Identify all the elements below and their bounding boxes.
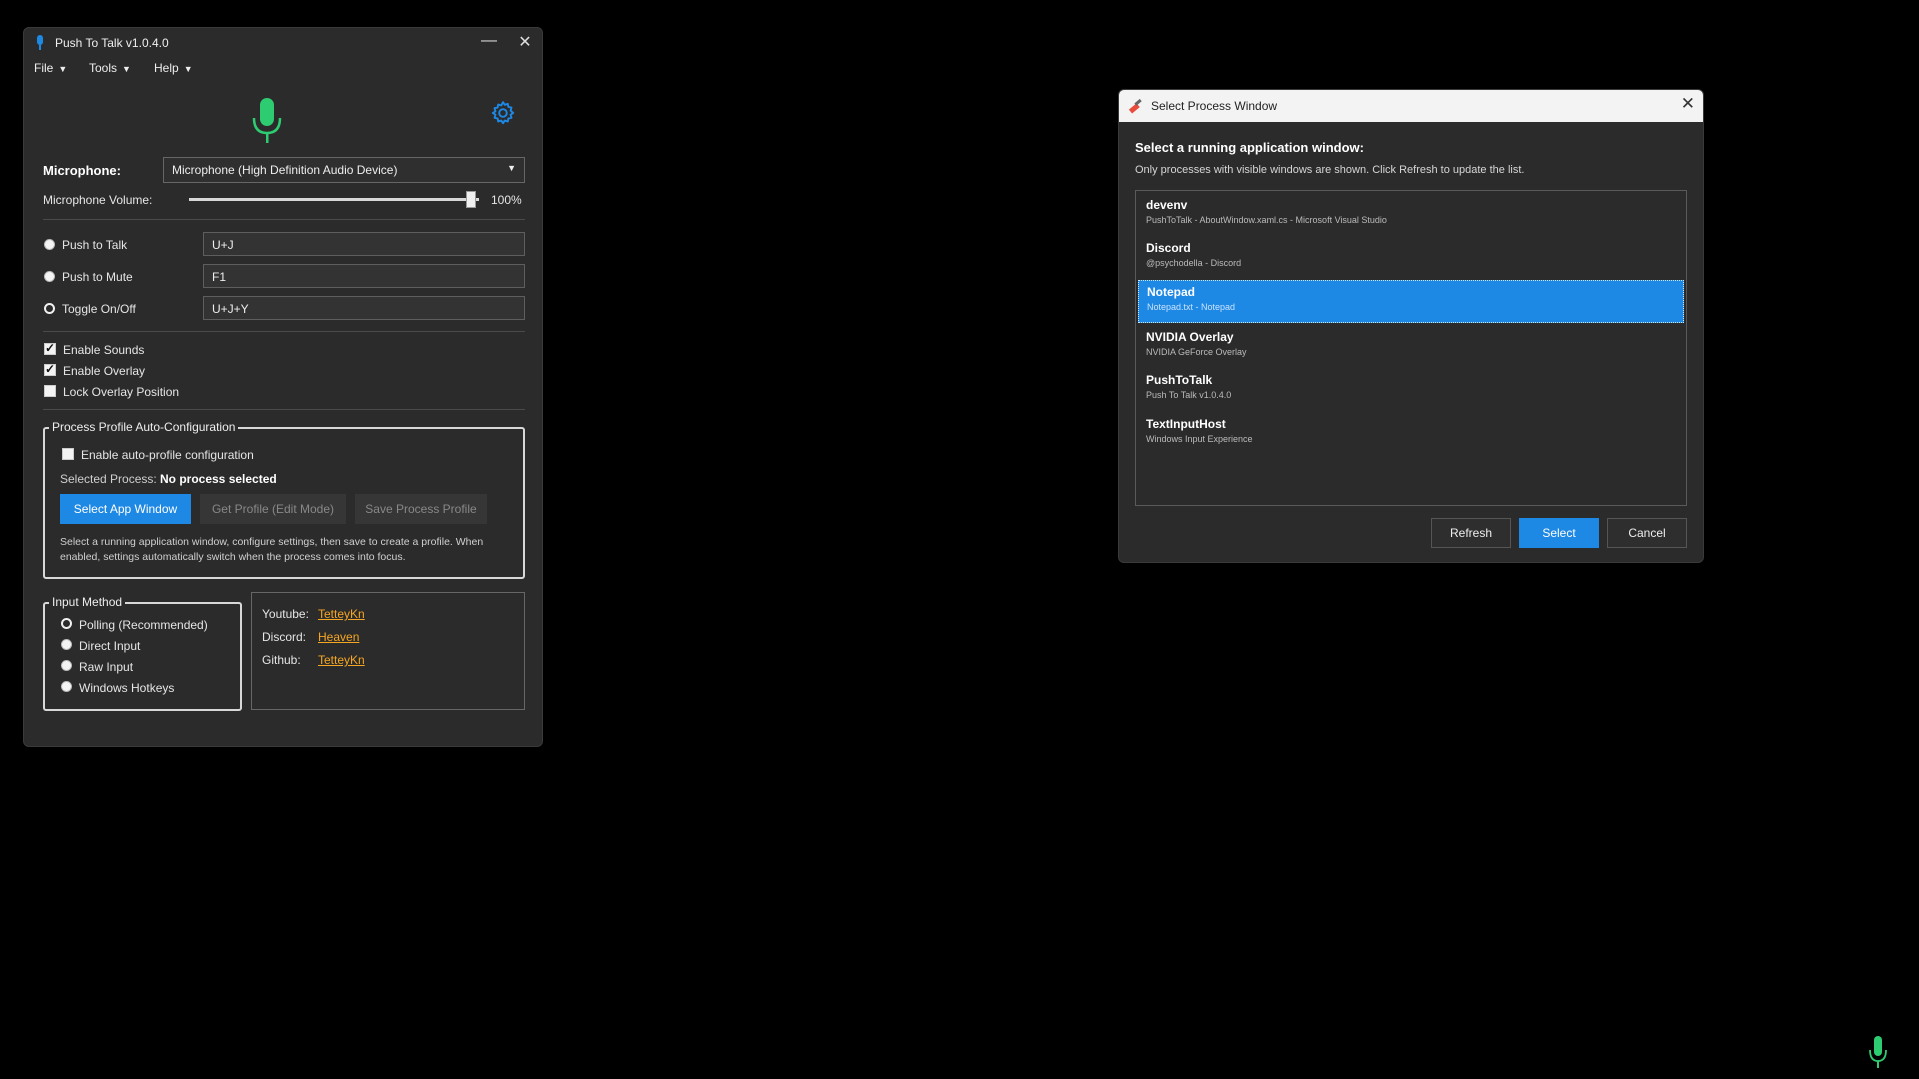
toggle-on-off-label: Toggle On/Off xyxy=(62,302,136,316)
process-desc: Windows Input Experience xyxy=(1146,434,1253,444)
menu-help[interactable]: Help ▼ xyxy=(154,61,193,75)
windows-hotkeys-label: Windows Hotkeys xyxy=(79,681,175,695)
input-method-group: Input Method Polling (Recommended) Direc… xyxy=(43,595,242,711)
get-profile-button[interactable]: Get Profile (Edit Mode) xyxy=(200,494,346,524)
minimize-button[interactable]: — xyxy=(474,30,504,56)
push-to-talk-radio[interactable] xyxy=(44,239,55,250)
github-label: Github: xyxy=(262,653,301,667)
process-item-devenv[interactable]: devenv PushToTalk - AboutWindow.xaml.cs … xyxy=(1138,194,1684,234)
menu-file[interactable]: File ▼ xyxy=(34,61,67,75)
dialog-titlebar: Select Process Window ✕ xyxy=(1119,90,1703,122)
raw-input-label: Raw Input xyxy=(79,660,134,674)
selected-process-label: Selected Process: xyxy=(60,472,157,486)
dialog-heading: Select a running application window: xyxy=(1135,140,1364,155)
process-name: TextInputHost xyxy=(1146,417,1226,431)
input-method-legend: Input Method xyxy=(49,595,126,609)
toggle-on-off-hotkey-field[interactable]: U+J+Y xyxy=(203,296,525,320)
chevron-down-icon: ▼ xyxy=(183,64,193,74)
discord-label: Discord: xyxy=(262,630,307,644)
lock-overlay-label: Lock Overlay Position xyxy=(63,385,180,399)
refresh-button[interactable]: Refresh xyxy=(1431,518,1511,548)
process-desc: Notepad.txt - Notepad xyxy=(1147,302,1236,312)
push-to-mute-label: Push to Mute xyxy=(62,270,133,284)
main-window: Push To Talk v1.0.4.0 — ✕ File ▼ Tools ▼ H… xyxy=(23,27,543,747)
links-box: Youtube: TetteyKn Discord: Heaven Github… xyxy=(251,592,525,710)
divider xyxy=(43,331,525,332)
overlay-microphone-icon[interactable] xyxy=(1868,1036,1888,1068)
menubar: File ▼ Tools ▼ Help ▼ xyxy=(24,58,542,80)
polling-label: Polling (Recommended) xyxy=(79,618,208,632)
process-item-pushtotalk[interactable]: PushToTalk Push To Talk v1.0.4.0 xyxy=(1138,369,1684,409)
window-title: Push To Talk v1.0.4.0 xyxy=(55,36,169,50)
titlebar: Push To Talk v1.0.4.0 — ✕ xyxy=(24,28,542,58)
process-profile-legend: Process Profile Auto-Configuration xyxy=(49,420,239,434)
enable-sounds-checkbox[interactable] xyxy=(44,341,56,355)
process-desc: PushToTalk - AboutWindow.xaml.cs - Micro… xyxy=(1146,215,1387,225)
volume-value: 100% xyxy=(491,193,522,207)
microphone-status-icon xyxy=(252,98,282,143)
enable-overlay-label: Enable Overlay xyxy=(63,364,146,378)
process-item-textinputhost[interactable]: TextInputHost Windows Input Experience xyxy=(1138,413,1684,453)
enable-sounds-label: Enable Sounds xyxy=(63,343,145,357)
polling-radio[interactable] xyxy=(61,618,72,629)
process-profile-group: Process Profile Auto-Configuration Enabl… xyxy=(43,420,525,579)
application-icon xyxy=(1128,98,1142,114)
microphone-select-value: Microphone (High Definition Audio Device… xyxy=(172,163,398,177)
direct-input-label: Direct Input xyxy=(79,639,141,653)
lock-overlay-checkbox[interactable] xyxy=(44,385,56,397)
volume-label: Microphone Volume: xyxy=(43,193,153,207)
push-to-talk-hotkey-field[interactable]: U+J xyxy=(203,232,525,256)
enable-auto-profile-label: Enable auto-profile configuration xyxy=(81,448,254,462)
direct-input-radio[interactable] xyxy=(61,639,72,650)
microphone-label: Microphone: xyxy=(43,163,121,178)
close-button[interactable]: ✕ xyxy=(510,30,540,56)
process-item-nvidia-overlay[interactable]: NVIDIA Overlay NVIDIA GeForce Overlay xyxy=(1138,326,1684,366)
github-link[interactable]: TetteyKn xyxy=(318,653,365,667)
volume-slider-thumb[interactable] xyxy=(466,191,476,208)
selected-process-value: No process selected xyxy=(160,472,277,486)
toggle-on-off-radio[interactable] xyxy=(44,303,55,314)
microphone-select[interactable]: Microphone (High Definition Audio Device… xyxy=(163,157,525,183)
save-process-profile-button[interactable]: Save Process Profile xyxy=(355,494,487,524)
chevron-down-icon: ▼ xyxy=(507,163,516,173)
discord-link[interactable]: Heaven xyxy=(318,630,359,644)
help-text-line1: Select a running application window, con… xyxy=(60,536,484,548)
volume-slider-track[interactable] xyxy=(189,198,479,201)
process-desc: Push To Talk v1.0.4.0 xyxy=(1146,390,1232,400)
divider xyxy=(43,219,525,220)
process-name: Discord xyxy=(1146,241,1191,255)
select-app-window-button[interactable]: Select App Window xyxy=(60,494,191,524)
process-list[interactable]: devenv PushToTalk - AboutWindow.xaml.cs … xyxy=(1135,190,1687,506)
process-name: devenv xyxy=(1146,198,1188,212)
process-desc: @psychodella - Discord xyxy=(1146,258,1242,268)
windows-hotkeys-radio[interactable] xyxy=(61,681,72,692)
chevron-down-icon: ▼ xyxy=(122,64,131,74)
help-text-line2: enabled, settings automatically switch w… xyxy=(60,551,406,563)
raw-input-radio[interactable] xyxy=(61,660,72,671)
microphone-icon xyxy=(37,35,43,50)
dialog-subtext: Only processes with visible windows are … xyxy=(1135,164,1525,176)
process-name: PushToTalk xyxy=(1146,373,1213,387)
menu-tools[interactable]: Tools ▼ xyxy=(89,61,131,75)
dialog-close-button[interactable]: ✕ xyxy=(1681,94,1695,114)
youtube-label: Youtube: xyxy=(262,607,309,621)
select-process-dialog: Select Process Window ✕ Select a running… xyxy=(1118,89,1704,563)
push-to-talk-label: Push to Talk xyxy=(62,238,128,252)
process-name: Notepad xyxy=(1147,285,1195,299)
push-to-mute-hotkey-field[interactable]: F1 xyxy=(203,264,525,288)
divider xyxy=(43,409,525,410)
process-name: NVIDIA Overlay xyxy=(1146,330,1234,344)
gear-icon[interactable] xyxy=(490,100,516,126)
cancel-button[interactable]: Cancel xyxy=(1607,518,1687,548)
process-desc: NVIDIA GeForce Overlay xyxy=(1146,347,1247,357)
process-item-discord[interactable]: Discord @psychodella - Discord xyxy=(1138,237,1684,277)
dialog-title: Select Process Window xyxy=(1151,99,1278,113)
enable-overlay-checkbox[interactable] xyxy=(44,362,56,376)
process-item-notepad[interactable]: Notepad Notepad.txt - Notepad xyxy=(1138,280,1684,323)
chevron-down-icon: ▼ xyxy=(58,64,68,74)
enable-auto-profile-checkbox[interactable] xyxy=(62,448,74,460)
select-button[interactable]: Select xyxy=(1519,518,1599,548)
push-to-mute-radio[interactable] xyxy=(44,271,55,282)
youtube-link[interactable]: TetteyKn xyxy=(318,607,365,621)
